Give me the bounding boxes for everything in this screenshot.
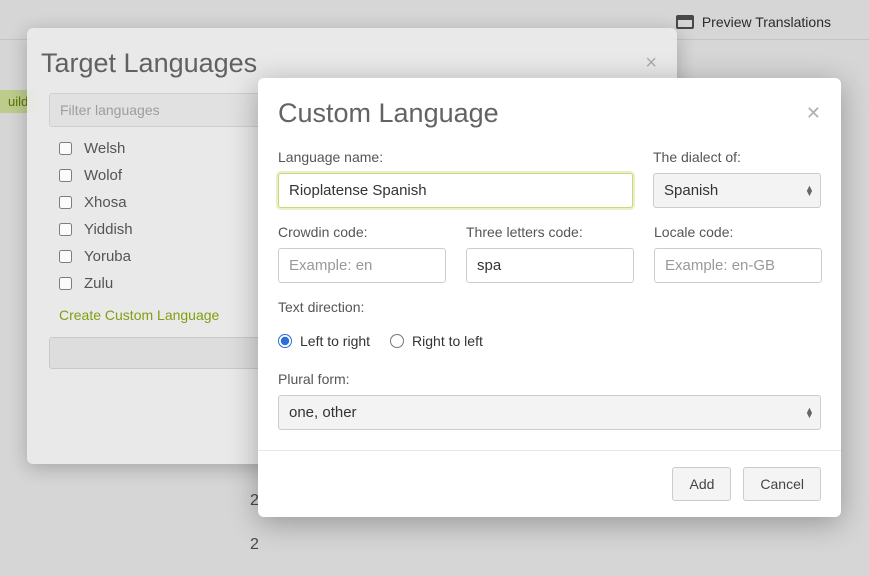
language-label: Zulu — [84, 275, 113, 292]
custom-language-title: Custom Language — [278, 98, 499, 129]
locale-code-label: Locale code: — [654, 224, 822, 240]
language-checkbox[interactable] — [59, 196, 72, 209]
dialect-of-label: The dialect of: — [653, 149, 821, 165]
plural-form-label: Plural form: — [278, 371, 821, 387]
target-languages-title: Target Languages — [41, 48, 257, 79]
close-icon[interactable]: × — [645, 52, 657, 75]
text-direction-group: Left to right Right to left — [278, 333, 821, 349]
rtl-radio[interactable] — [390, 334, 404, 348]
three-letters-label: Three letters code: — [466, 224, 634, 240]
crowdin-code-input[interactable] — [278, 248, 446, 283]
ltr-radio-label: Left to right — [300, 333, 370, 349]
ltr-radio-item[interactable]: Left to right — [278, 333, 370, 349]
rtl-radio-label: Right to left — [412, 333, 483, 349]
add-button[interactable]: Add — [672, 467, 731, 501]
language-checkbox[interactable] — [59, 250, 72, 263]
language-checkbox[interactable] — [59, 277, 72, 290]
text-direction-label: Text direction: — [278, 299, 821, 315]
dialect-of-select[interactable]: Spanish — [653, 173, 821, 208]
custom-language-body: Language name: The dialect of: Spanish ▲… — [258, 143, 841, 450]
cancel-button[interactable]: Cancel — [743, 467, 821, 501]
language-checkbox[interactable] — [59, 223, 72, 236]
locale-code-input[interactable] — [654, 248, 822, 283]
language-name-label: Language name: — [278, 149, 633, 165]
language-label: Yiddish — [84, 221, 133, 238]
language-name-input[interactable] — [278, 173, 633, 208]
custom-language-header: Custom Language ✕ — [258, 78, 841, 143]
plural-form-select[interactable]: one, other — [278, 395, 821, 430]
language-label: Welsh — [84, 140, 125, 157]
ltr-radio[interactable] — [278, 334, 292, 348]
rtl-radio-item[interactable]: Right to left — [390, 333, 483, 349]
language-checkbox[interactable] — [59, 169, 72, 182]
custom-language-footer: Add Cancel — [258, 450, 841, 517]
close-icon[interactable]: ✕ — [806, 103, 821, 124]
language-label: Wolof — [84, 167, 122, 184]
custom-language-modal: Custom Language ✕ Language name: The dia… — [258, 78, 841, 517]
language-label: Yoruba — [84, 248, 131, 265]
language-label: Xhosa — [84, 194, 127, 211]
three-letters-input[interactable] — [466, 248, 634, 283]
language-checkbox[interactable] — [59, 142, 72, 155]
crowdin-code-label: Crowdin code: — [278, 224, 446, 240]
